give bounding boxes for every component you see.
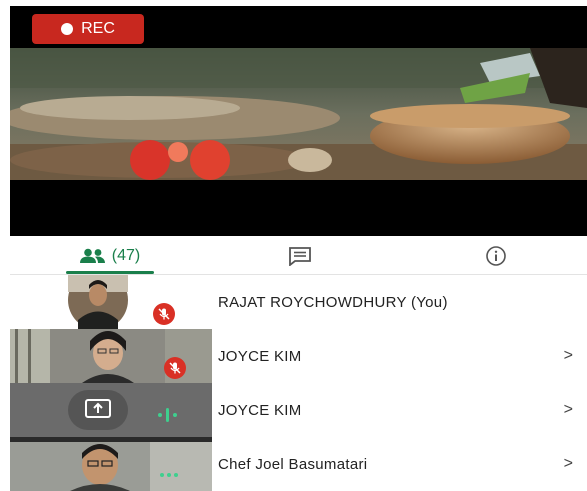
audio-level-icon: [160, 473, 178, 477]
meeting-screen: REC (47) RAJAT ROYCHOWDHURY (You) JOYCE …: [0, 0, 587, 491]
participant-count: (47): [111, 247, 141, 264]
video-scene: [10, 48, 587, 180]
audio-level-icon: [158, 408, 177, 422]
muted-badge: [164, 357, 186, 379]
tab-info[interactable]: [476, 238, 516, 274]
rec-button[interactable]: REC: [32, 14, 144, 44]
rec-label: REC: [81, 20, 115, 37]
left-edge: [0, 0, 10, 485]
participant-name: JOYCE KIM: [218, 347, 302, 365]
participant-name: Chef Joel Basumatari: [218, 455, 368, 473]
cooking-scene-image: [10, 48, 587, 180]
participant-avatar: [10, 275, 212, 329]
active-tab-indicator: [66, 271, 154, 274]
mic-off-icon: [158, 308, 170, 320]
chevron-right-icon[interactable]: >: [564, 329, 573, 383]
people-icon: [79, 248, 105, 263]
mic-off-icon: [169, 362, 181, 374]
chat-bubble-icon: [289, 247, 311, 266]
participant-name: JOYCE KIM: [218, 401, 302, 419]
avatar-photo: [68, 275, 128, 329]
participant-row[interactable]: Chef Joel Basumatari >: [10, 437, 587, 491]
participant-row[interactable]: JOYCE KIM >: [10, 383, 587, 437]
main-video[interactable]: REC: [10, 6, 587, 236]
muted-badge: [153, 303, 175, 325]
info-icon: [486, 246, 506, 266]
participant-row[interactable]: RAJAT ROYCHOWDHURY (You): [10, 275, 587, 329]
participant-presenting-thumb: [10, 383, 212, 437]
participant-name: RAJAT ROYCHOWDHURY (You): [218, 293, 448, 311]
participant-row[interactable]: JOYCE KIM >: [10, 329, 587, 383]
participant-list: RAJAT ROYCHOWDHURY (You) JOYCE KIM > JOY…: [10, 275, 587, 491]
rec-dot-icon: [61, 23, 74, 35]
participant-video-thumb: [10, 329, 212, 383]
tab-participants[interactable]: (47): [60, 238, 160, 274]
chevron-right-icon[interactable]: >: [564, 437, 573, 491]
tab-chat[interactable]: [280, 238, 320, 274]
panel-tabs: (47): [10, 238, 587, 275]
participant-video-thumb: [10, 437, 212, 491]
chevron-right-icon[interactable]: >: [564, 383, 573, 437]
